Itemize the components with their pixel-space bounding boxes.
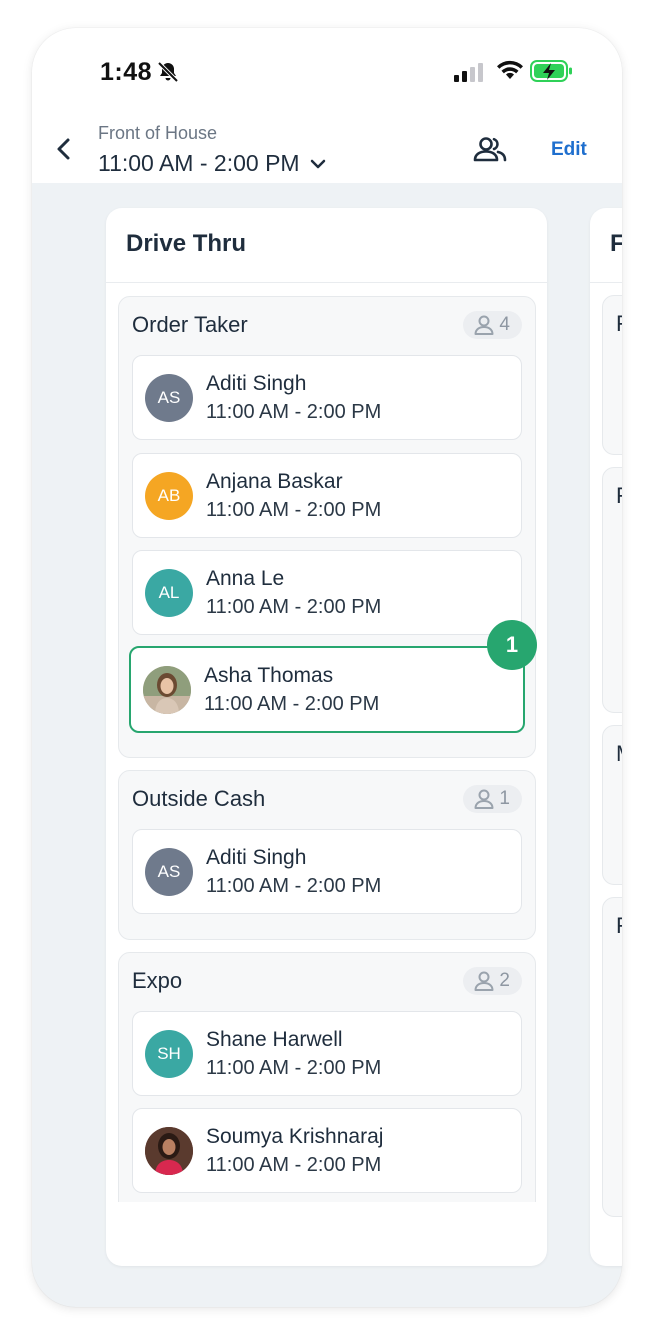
group-title-fragment: M	[616, 741, 622, 767]
employee-card[interactable]: AS Aditi Singh 11:00 AM - 2:00 PM	[132, 829, 522, 914]
group-title: Outside Cash	[132, 786, 266, 811]
staff-count-pill: 1	[463, 785, 522, 813]
column-title: Drive Thru	[106, 208, 547, 283]
group-title-fragment: F	[616, 913, 622, 939]
employee-card[interactable]: AL Anna Le 11:00 AM - 2:00 PM	[132, 550, 522, 635]
person-icon	[474, 971, 494, 991]
bell-slash-icon	[156, 60, 180, 89]
status-time: 1:48	[100, 58, 153, 86]
shift-time-label: 11:00 AM - 2:00 PM	[98, 150, 300, 176]
staff-count: 2	[499, 970, 510, 991]
employee-name: Anna Le	[206, 567, 285, 590]
wifi-icon	[496, 59, 524, 86]
employee-name: Asha Thomas	[204, 664, 334, 687]
employee-card-selected[interactable]: Asha Thomas 11:00 AM - 2:00 PM 1	[129, 620, 537, 733]
employee-name: Soumya Krishnaraj	[206, 1125, 384, 1148]
edit-button[interactable]: Edit	[551, 139, 587, 161]
avatar: AS	[145, 374, 193, 422]
employee-name: Anjana Baskar	[206, 470, 343, 493]
column-scroll-area[interactable]: Order Taker 4 AS Aditi Singh 11:00 AM - …	[106, 284, 547, 1202]
people-icon[interactable]	[473, 136, 507, 169]
position-group-order-taker: Order Taker 4 AS Aditi Singh 11:00 AM - …	[118, 296, 537, 758]
avatar: AB	[145, 472, 193, 520]
group-title: Expo	[132, 968, 183, 993]
phone-frame: 1:48 Front of House 11:00 AM - 2:00 PM E…	[32, 28, 622, 1307]
employee-card[interactable]: AB Anjana Baskar 11:00 AM - 2:00 PM	[132, 453, 522, 538]
employee-card[interactable]: AS Aditi Singh 11:00 AM - 2:00 PM	[132, 355, 522, 440]
notification-badge: 1	[487, 620, 537, 670]
avatar: AS	[145, 848, 193, 896]
employee-shift-time: 11:00 AM - 2:00 PM	[206, 1154, 382, 1176]
position-group-outside-cash: Outside Cash 1 AS Aditi Singh 11:00 AM -…	[118, 770, 536, 940]
staff-count: 4	[499, 314, 510, 335]
avatar-photo	[143, 666, 191, 714]
station-column-next: F F F M F	[590, 208, 622, 1266]
avatar: SH	[145, 1030, 193, 1078]
group-title-fragment: F	[616, 311, 622, 337]
cellular-signal-icon	[454, 62, 486, 87]
shift-time-selector[interactable]: 11:00 AM - 2:00 PM	[98, 150, 326, 177]
avatar: AL	[145, 569, 193, 617]
staff-count: 1	[499, 788, 510, 809]
back-chevron-icon[interactable]	[54, 136, 74, 167]
battery-charging-icon	[530, 59, 574, 88]
avatar-photo	[145, 1127, 193, 1175]
top-bar: 1:48 Front of House 11:00 AM - 2:00 PM E…	[32, 28, 622, 183]
staff-count-pill: 4	[463, 311, 522, 339]
position-group-fragment: F	[602, 897, 622, 1217]
location-subtitle: Front of House	[98, 123, 218, 143]
person-icon	[474, 315, 494, 335]
employee-name: Aditi Singh	[206, 372, 307, 395]
group-title-fragment: F	[616, 483, 622, 509]
group-title: Order Taker	[132, 312, 248, 337]
chevron-down-icon	[310, 159, 325, 168]
position-group-fragment: M	[602, 725, 622, 885]
staff-count-pill: 2	[463, 967, 522, 995]
employee-name: Aditi Singh	[206, 846, 307, 869]
employee-name: Shane Harwell	[206, 1028, 343, 1051]
employee-shift-time: 11:00 AM - 2:00 PM	[206, 499, 382, 521]
employee-card[interactable]: SH Shane Harwell 11:00 AM - 2:00 PM	[132, 1011, 522, 1096]
employee-shift-time: 11:00 AM - 2:00 PM	[206, 401, 382, 423]
position-group-fragment: F	[602, 295, 622, 455]
column-title: F	[590, 208, 622, 283]
person-icon	[474, 789, 494, 809]
position-group-expo: Expo 2 SH Shane Harwell 11:00 AM - 2:00 …	[118, 952, 536, 1202]
station-column-drive-thru: Drive Thru Order Taker 4 AS Aditi Singh …	[106, 208, 547, 1266]
employee-card[interactable]: Soumya Krishnaraj 11:00 AM - 2:00 PM	[132, 1108, 522, 1193]
position-group-fragment: F	[602, 467, 622, 713]
employee-shift-time: 11:00 AM - 2:00 PM	[206, 596, 382, 618]
employee-shift-time: 11:00 AM - 2:00 PM	[204, 693, 380, 715]
employee-shift-time: 11:00 AM - 2:00 PM	[206, 1057, 382, 1079]
employee-shift-time: 11:00 AM - 2:00 PM	[206, 875, 382, 897]
